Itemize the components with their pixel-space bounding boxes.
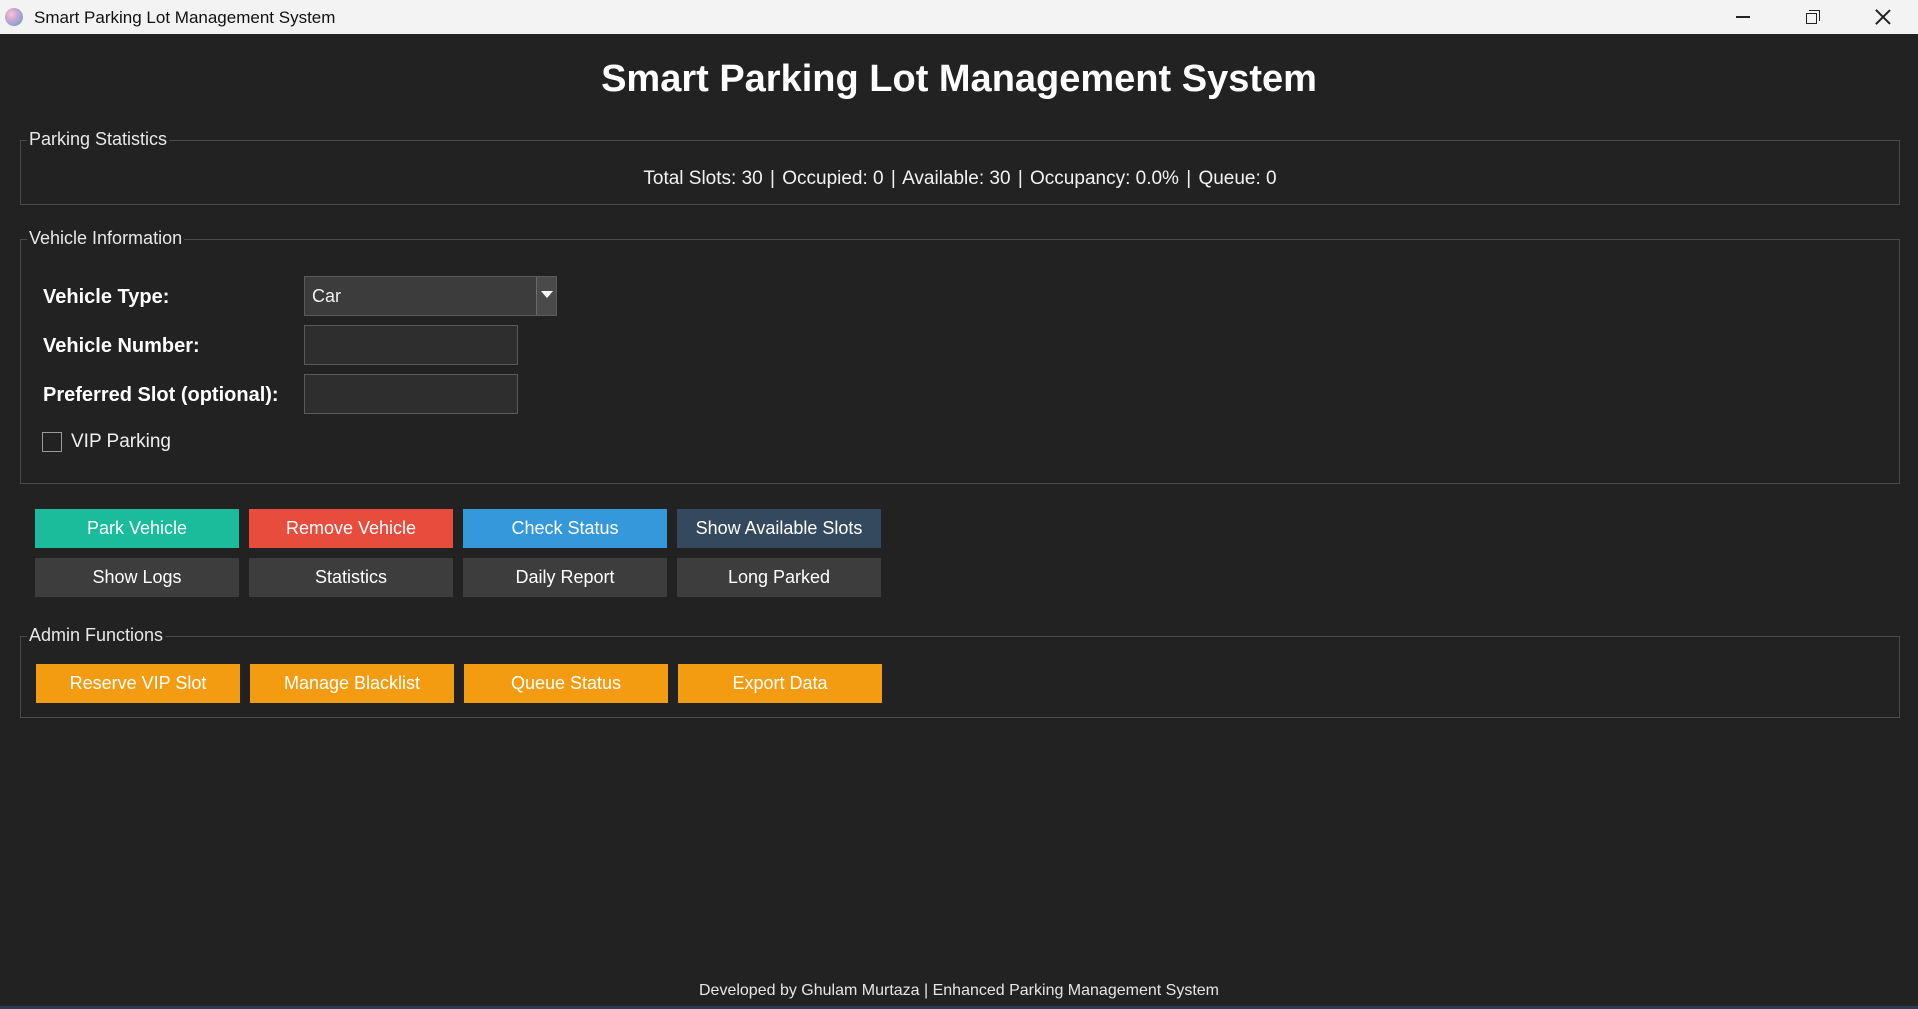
- stat-separator: |: [1186, 168, 1192, 189]
- stat-separator: |: [1017, 168, 1023, 189]
- footer-credits: Developed by Ghulam Murtaza | Enhanced P…: [699, 982, 1219, 999]
- stat-occupied: Occupied: 0: [782, 168, 884, 189]
- page-title: Smart Parking Lot Management System: [601, 58, 1317, 100]
- admin-functions-group: Admin Functions Reserve VIP Slot Manage …: [20, 625, 1900, 718]
- vehicle-information-legend: Vehicle Information: [27, 228, 185, 249]
- restore-button[interactable]: [1778, 0, 1848, 34]
- chevron-down-icon[interactable]: [536, 277, 556, 315]
- minimize-icon: [1736, 16, 1750, 18]
- close-button[interactable]: [1848, 0, 1918, 34]
- restore-icon: [1806, 10, 1820, 24]
- stat-separator: |: [770, 168, 775, 189]
- park-vehicle-button[interactable]: Park Vehicle: [35, 509, 239, 548]
- stat-total-slots: Total Slots: 30: [643, 168, 763, 189]
- show-logs-button[interactable]: Show Logs: [35, 558, 239, 597]
- statistics-summary: Total Slots: 30 | Occupied: 0 | Availabl…: [21, 168, 1899, 190]
- app-globe-icon: [5, 8, 23, 26]
- remove-vehicle-button[interactable]: Remove Vehicle: [249, 509, 453, 548]
- admin-functions-legend: Admin Functions: [27, 625, 166, 646]
- vip-parking-checkbox[interactable]: [42, 432, 62, 452]
- daily-report-button[interactable]: Daily Report: [463, 558, 667, 597]
- preferred-slot-input[interactable]: [304, 374, 518, 414]
- stat-queue: Queue: 0: [1198, 168, 1277, 189]
- vip-parking-label[interactable]: VIP Parking: [71, 431, 171, 453]
- parking-statistics-group: Parking Statistics Total Slots: 30 | Occ…: [20, 129, 1900, 205]
- stat-available: Available: 30: [902, 168, 1011, 189]
- vehicle-type-value: Car: [312, 286, 342, 306]
- parking-statistics-legend: Parking Statistics: [27, 129, 170, 150]
- long-parked-button[interactable]: Long Parked: [677, 558, 881, 597]
- stat-separator: |: [890, 168, 896, 189]
- window-titlebar: Smart Parking Lot Management System: [0, 0, 1918, 34]
- minimize-button[interactable]: [1708, 0, 1778, 34]
- manage-blacklist-button[interactable]: Manage Blacklist: [250, 664, 454, 703]
- check-status-button[interactable]: Check Status: [463, 509, 667, 548]
- vehicle-type-select[interactable]: Car: [304, 276, 557, 316]
- window-title: Smart Parking Lot Management System: [34, 8, 336, 27]
- reserve-vip-slot-button[interactable]: Reserve VIP Slot: [36, 664, 240, 703]
- vehicle-number-label: Vehicle Number:: [43, 335, 200, 357]
- export-data-button[interactable]: Export Data: [678, 664, 882, 703]
- preferred-slot-label: Preferred Slot (optional):: [43, 384, 279, 406]
- vehicle-number-input[interactable]: [304, 325, 518, 365]
- statistics-button[interactable]: Statistics: [249, 558, 453, 597]
- vehicle-type-label: Vehicle Type:: [43, 286, 170, 308]
- show-available-slots-button[interactable]: Show Available Slots: [677, 509, 881, 548]
- close-icon: [1875, 9, 1891, 25]
- vehicle-information-group: Vehicle Information Vehicle Type: Car Ve…: [20, 228, 1900, 484]
- stat-occupancy: Occupancy: 0.0%: [1030, 168, 1179, 189]
- queue-status-button[interactable]: Queue Status: [464, 664, 668, 703]
